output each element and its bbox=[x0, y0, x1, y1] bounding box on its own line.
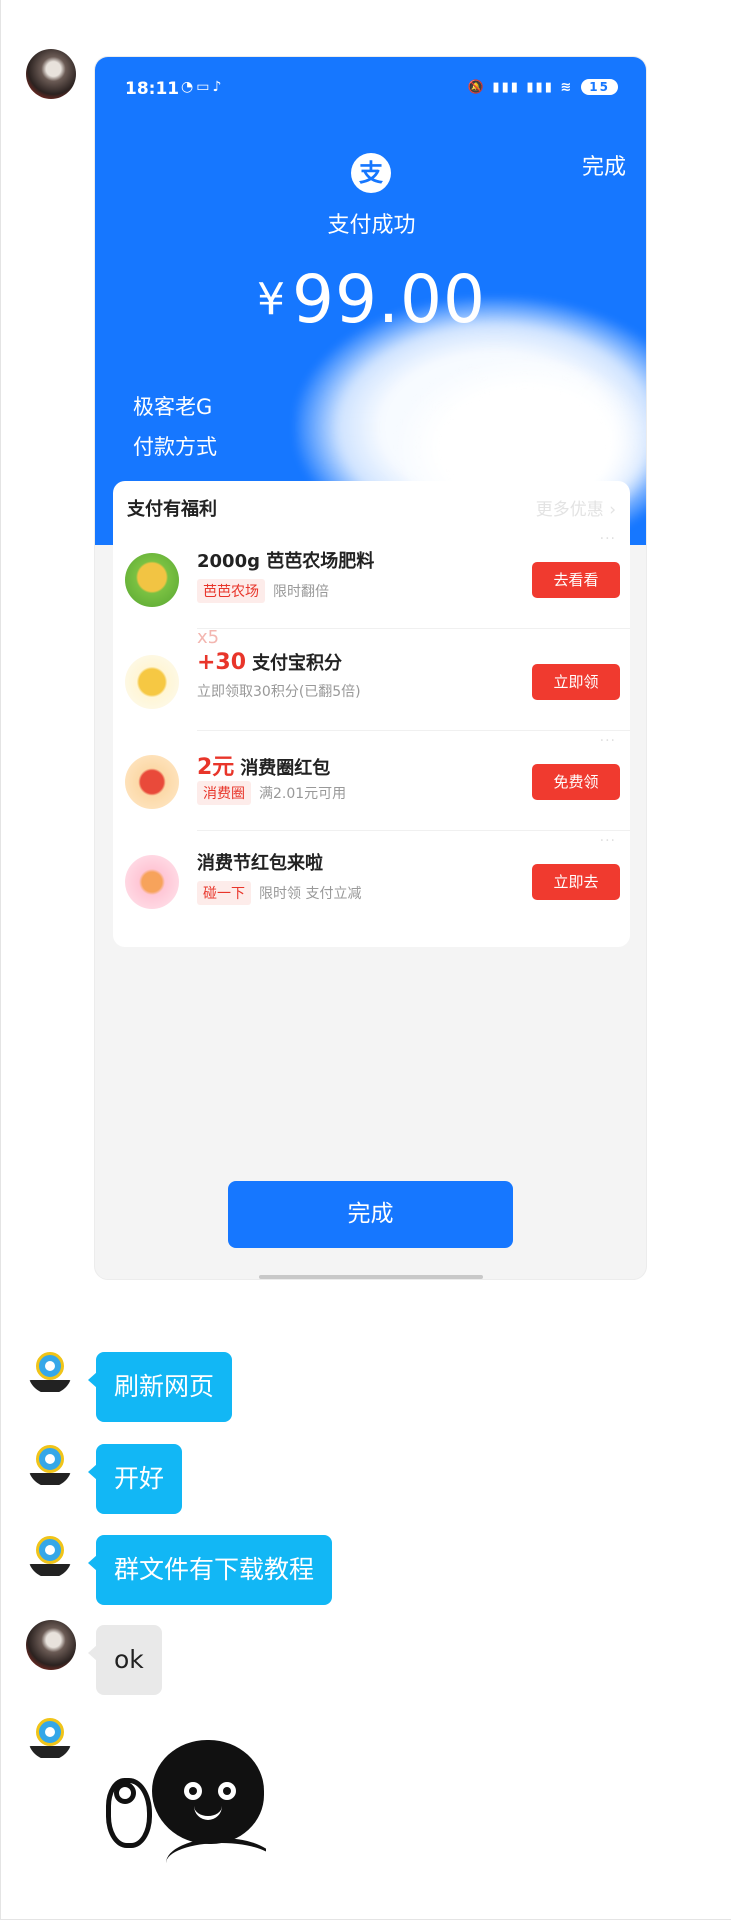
more-dots-icon[interactable]: ··· bbox=[600, 833, 616, 849]
smile-icon bbox=[194, 1806, 222, 1820]
benefit-title: 消费圈红包 bbox=[240, 758, 331, 779]
benefit-title: 支付宝积分 bbox=[252, 653, 343, 674]
festival-icon bbox=[125, 855, 179, 909]
message-bubble[interactable]: ok bbox=[88, 1625, 162, 1695]
go-see-button[interactable]: 去看看 bbox=[532, 562, 620, 598]
benefit-item[interactable]: ··· 消费节红包来啦 碰一下 限时领 支付立减 立即去 bbox=[113, 831, 630, 931]
benefit-name: 消费节红包来啦 bbox=[197, 853, 323, 874]
currency-symbol: ¥ bbox=[257, 274, 287, 325]
eye-icon bbox=[218, 1782, 236, 1800]
benefit-subtitle: 芭芭农场 限时翻倍 bbox=[197, 579, 329, 603]
signal-icons: 🔕 ▮▮▮ ▮▮▮ ≋ 15 bbox=[468, 79, 618, 95]
bot-avatar[interactable] bbox=[28, 1716, 72, 1760]
sticker-face bbox=[152, 1740, 264, 1844]
bot-avatar[interactable] bbox=[28, 1350, 72, 1394]
status-bar: 18:11 ◔▭♪ 🔕 ▮▮▮ ▮▮▮ ≋ 15 bbox=[95, 75, 646, 105]
bot-face bbox=[45, 1727, 55, 1737]
claim-now-button[interactable]: 立即领 bbox=[532, 664, 620, 700]
user-avatar[interactable] bbox=[26, 49, 76, 99]
payee-name: 极客老G bbox=[133, 395, 213, 419]
benefit-highlight: 2元 bbox=[197, 755, 235, 780]
benefit-desc: 限时领 支付立减 bbox=[259, 886, 362, 902]
red-packet-icon bbox=[125, 755, 179, 809]
bot-label bbox=[28, 1380, 72, 1392]
benefits-card: 支付有福利 更多优惠 › ··· 2000g 芭芭农场肥料 芭芭农场 限时翻倍 去… bbox=[113, 481, 630, 947]
benefit-item[interactable]: ··· 2000g 芭芭农场肥料 芭芭农场 限时翻倍 去看看 bbox=[113, 529, 630, 629]
benefit-item[interactable]: ··· 2元 消费圈红包 消费圈 满2.01元可用 免费领 bbox=[113, 731, 630, 831]
bot-label bbox=[28, 1473, 72, 1485]
payment-success-label: 支付成功 bbox=[327, 213, 416, 238]
benefit-item[interactable]: x5 +30 支付宝积分 立即领取30积分(已翻5倍) 立即领 bbox=[113, 627, 630, 731]
alipay-logo-icon: 支 bbox=[351, 153, 391, 193]
battery-icon: 15 bbox=[581, 79, 618, 95]
bot-avatar[interactable] bbox=[28, 1443, 72, 1487]
bot-face bbox=[45, 1361, 55, 1371]
bot-label bbox=[28, 1564, 72, 1576]
signal-icon: 🔕 ▮▮▮ ▮▮▮ ≋ bbox=[467, 79, 574, 95]
go-now-button[interactable]: 立即去 bbox=[532, 864, 620, 900]
divider bbox=[197, 628, 630, 629]
multiplier-label: x5 bbox=[197, 627, 220, 648]
ok-hand-sticker[interactable] bbox=[96, 1718, 266, 1888]
benefit-highlight: +30 bbox=[197, 650, 247, 675]
benefits-title: 支付有福利 bbox=[127, 499, 217, 520]
ok-circle-icon bbox=[114, 1782, 136, 1804]
benefit-subtitle: 碰一下 限时领 支付立减 bbox=[197, 881, 361, 905]
benefit-tag: 碰一下 bbox=[197, 881, 251, 905]
bot-avatar[interactable] bbox=[28, 1534, 72, 1578]
done-button[interactable]: 完成 bbox=[228, 1181, 513, 1248]
more-offers-link[interactable]: 更多优惠 › bbox=[536, 495, 616, 520]
message-bubble[interactable]: 刷新网页 bbox=[87, 1352, 233, 1422]
benefit-tag: 芭芭农场 bbox=[197, 579, 265, 603]
pay-method-label: 付款方式 bbox=[133, 435, 217, 459]
bot-head-icon bbox=[36, 1718, 64, 1746]
bot-face bbox=[45, 1545, 55, 1555]
message-bubble[interactable]: 开好 bbox=[87, 1444, 183, 1514]
more-dots-icon[interactable]: ··· bbox=[600, 531, 616, 547]
more-dots-icon[interactable]: ··· bbox=[600, 733, 616, 749]
benefit-name: +30 支付宝积分 bbox=[197, 649, 342, 675]
message-bubble[interactable]: 群文件有下载教程 bbox=[87, 1535, 333, 1605]
sticker-body bbox=[166, 1838, 266, 1888]
done-link[interactable]: 完成 bbox=[582, 149, 626, 181]
benefit-tag: 消费圈 bbox=[197, 781, 251, 805]
notification-icons: ◔▭♪ bbox=[181, 79, 225, 95]
benefit-subtitle: 消费圈 满2.01元可用 bbox=[197, 781, 346, 805]
eye-icon bbox=[184, 1782, 202, 1800]
bot-face bbox=[45, 1454, 55, 1464]
benefit-name: 2000g 芭芭农场肥料 bbox=[197, 551, 375, 572]
benefit-desc: 立即领取30积分(已翻5倍) bbox=[197, 684, 361, 700]
bot-head-icon bbox=[36, 1536, 64, 1564]
status-time: 18:11 bbox=[125, 79, 180, 99]
benefit-desc: 限时翻倍 bbox=[273, 584, 329, 600]
benefit-desc: 满2.01元可用 bbox=[259, 786, 347, 802]
benefit-name: 2元 消费圈红包 bbox=[197, 749, 330, 781]
bot-head-icon bbox=[36, 1445, 64, 1473]
free-claim-button[interactable]: 免费领 bbox=[532, 764, 620, 800]
home-indicator bbox=[259, 1275, 483, 1279]
points-icon bbox=[125, 655, 179, 709]
bot-label bbox=[28, 1746, 72, 1758]
fertilizer-icon bbox=[125, 553, 179, 607]
bot-head-icon bbox=[36, 1352, 64, 1380]
user-avatar[interactable] bbox=[26, 1620, 76, 1670]
payment-screenshot-image[interactable]: 18:11 ◔▭♪ 🔕 ▮▮▮ ▮▮▮ ≋ 15 完成 支 支付成功 ¥99.0… bbox=[94, 56, 647, 1280]
